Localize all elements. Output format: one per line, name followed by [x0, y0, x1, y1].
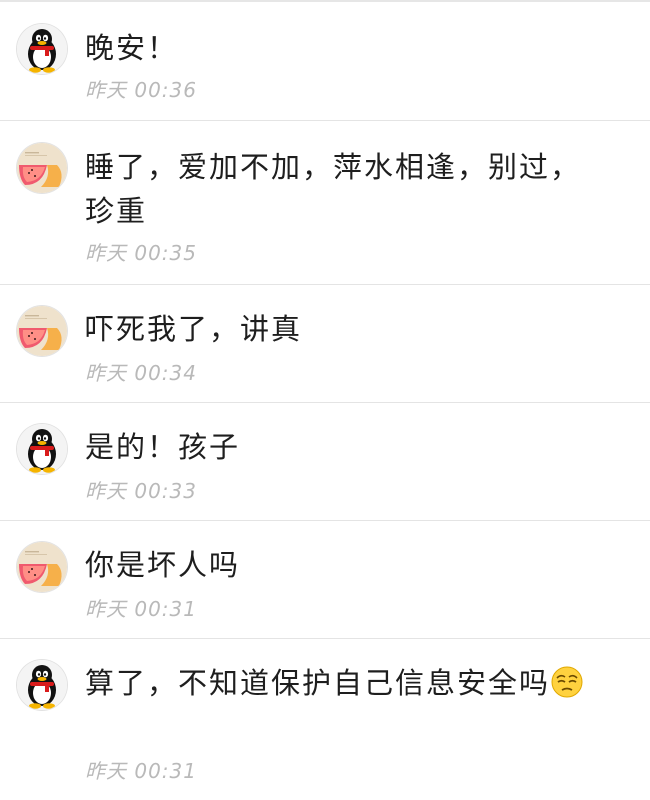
message-text: 睡了，爱加不加，萍水相逢，别过，珍重: [85, 150, 582, 228]
message-text: 吓死我了，讲真: [85, 312, 303, 346]
message-text: 晚安！: [85, 31, 179, 65]
watermelon-avatar[interactable]: [17, 143, 67, 193]
timestamp: 昨天 00:35: [85, 241, 197, 265]
message-text: 是的！孩子: [85, 430, 241, 464]
qq-penguin-avatar[interactable]: [17, 424, 67, 474]
list-item[interactable]: 你是坏人吗 昨天 00:31: [0, 521, 650, 639]
timestamp: 昨天 00:36: [85, 78, 197, 102]
list-item[interactable]: 晚安！ 昨天 00:36: [0, 2, 650, 121]
list-item[interactable]: 吓死我了，讲真 昨天 00:34: [0, 285, 650, 403]
timestamp: 昨天 00:31: [85, 759, 197, 783]
timestamp: 昨天 00:31: [85, 597, 197, 621]
qq-penguin-avatar[interactable]: [17, 660, 67, 710]
watermelon-avatar[interactable]: [17, 306, 67, 356]
timestamp: 昨天 00:33: [85, 479, 197, 503]
timestamp: 昨天 00:34: [85, 361, 197, 385]
message-text-content: 算了，不知道保护自己信息安全吗: [85, 666, 551, 700]
list-item[interactable]: 算了，不知道保护自己信息安全吗 昨天 00:31: [0, 639, 650, 800]
list-item[interactable]: 睡了，爱加不加，萍水相逢，别过，珍重 昨天 00:35: [0, 121, 650, 285]
list-item[interactable]: 是的！孩子 昨天 00:33: [0, 403, 650, 521]
tired-face-emoji: [550, 665, 584, 699]
watermelon-avatar[interactable]: [17, 542, 67, 592]
message-text: 你是坏人吗: [85, 548, 241, 582]
message-text: 算了，不知道保护自己信息安全吗: [85, 661, 605, 705]
message-list: 晚安！ 昨天 00:36 睡了，爱加不加，萍水相逢，别过，珍重 昨天 00:35: [0, 0, 650, 800]
qq-penguin-avatar[interactable]: [17, 24, 67, 74]
